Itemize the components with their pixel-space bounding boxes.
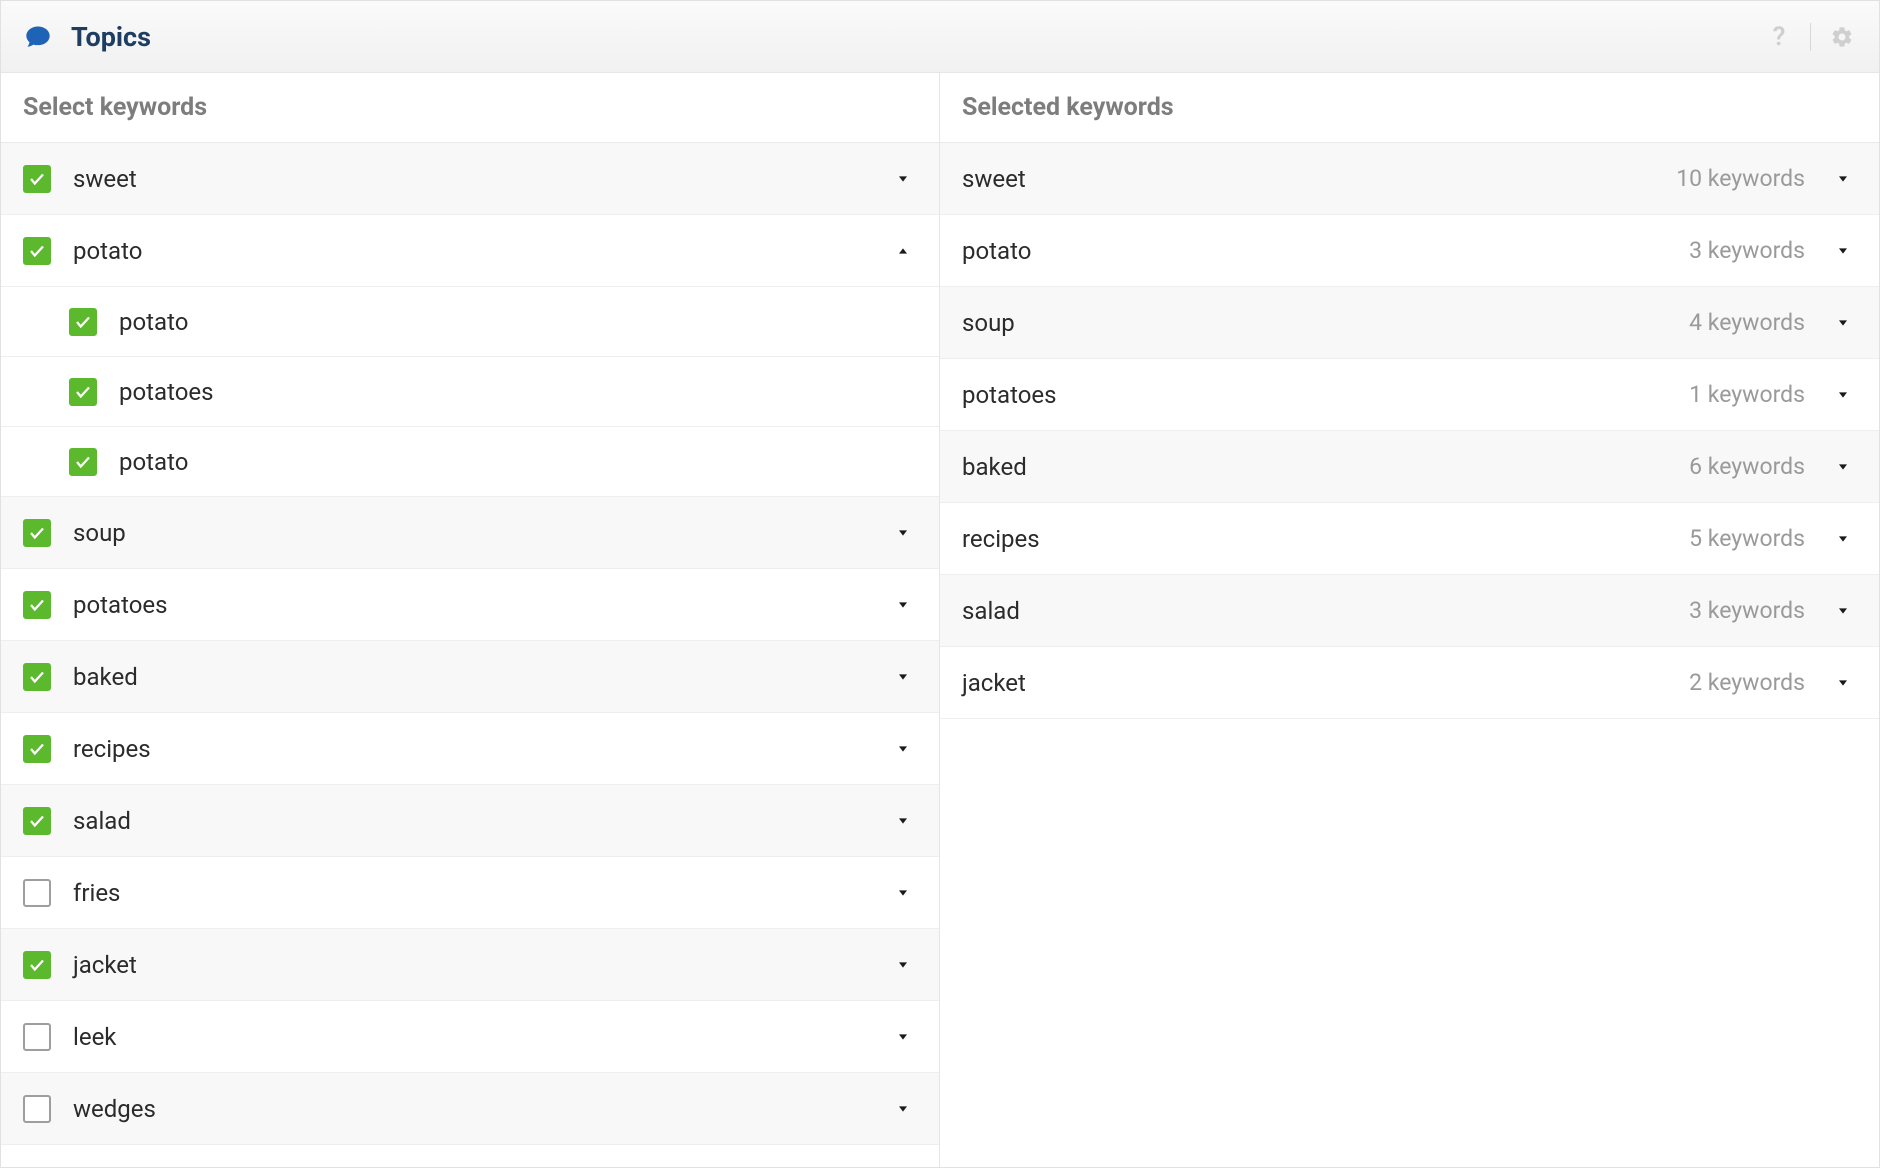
panel-header: Topics ? — [1, 1, 1879, 73]
chevron-down-icon[interactable] — [889, 519, 917, 547]
keyword-child-label: potato — [119, 308, 917, 336]
keyword-row[interactable]: baked — [1, 641, 939, 713]
keyword-row[interactable]: potatoes — [1, 569, 939, 641]
keyword-row[interactable]: sweet — [1, 143, 939, 215]
help-icon[interactable]: ? — [1764, 22, 1794, 52]
keyword-row[interactable]: fries — [1, 857, 939, 929]
keyword-row[interactable]: jacket — [1, 929, 939, 1001]
chevron-down-icon[interactable] — [889, 165, 917, 193]
panel-title: Topics — [71, 21, 151, 53]
selected-keyword-row[interactable]: potatoes1 keywords — [940, 359, 1879, 431]
chevron-up-icon[interactable] — [889, 237, 917, 265]
select-keywords-list: sweet potato potato potatoes potato soup potat… — [1, 143, 939, 1167]
selected-keyword-row[interactable]: jacket2 keywords — [940, 647, 1879, 719]
selected-keyword-row[interactable]: salad3 keywords — [940, 575, 1879, 647]
keyword-row[interactable]: potato — [1, 215, 939, 287]
selected-keyword-row[interactable]: recipes5 keywords — [940, 503, 1879, 575]
keyword-child-label: potato — [119, 448, 917, 476]
keyword-checkbox[interactable] — [23, 951, 51, 979]
keyword-child-row[interactable]: potato — [1, 287, 939, 357]
selected-keyword-label: baked — [962, 453, 1689, 481]
chevron-down-icon[interactable] — [889, 735, 917, 763]
keyword-checkbox[interactable] — [23, 519, 51, 547]
chevron-down-icon[interactable] — [889, 663, 917, 691]
keyword-row[interactable]: leek — [1, 1001, 939, 1073]
selected-keyword-count: 4 keywords — [1689, 309, 1805, 336]
selected-keyword-count: 2 keywords — [1689, 669, 1805, 696]
selected-keywords-heading: Selected keywords — [940, 73, 1879, 143]
keyword-label: potatoes — [73, 591, 889, 619]
keyword-row[interactable]: salad — [1, 785, 939, 857]
keyword-label: salad — [73, 807, 889, 835]
selected-keyword-label: jacket — [962, 669, 1689, 697]
keyword-checkbox[interactable] — [23, 591, 51, 619]
keyword-label: soup — [73, 519, 889, 547]
keyword-label: jacket — [73, 951, 889, 979]
chevron-down-icon[interactable] — [1829, 669, 1857, 697]
keyword-label: wedges — [73, 1095, 889, 1123]
header-divider — [1810, 23, 1811, 51]
chevron-down-icon[interactable] — [1829, 597, 1857, 625]
selected-keyword-count: 1 keywords — [1689, 381, 1805, 408]
columns: Select keywords sweet potato potato potatoe… — [1, 73, 1879, 1167]
chat-icon — [23, 22, 53, 52]
keyword-checkbox[interactable] — [69, 308, 97, 336]
selected-keyword-label: potato — [962, 237, 1689, 265]
selected-keyword-label: recipes — [962, 525, 1689, 553]
selected-keywords-list: sweet10 keywordspotato3 keywordssoup4 ke… — [940, 143, 1879, 1167]
keyword-label: baked — [73, 663, 889, 691]
keyword-row[interactable]: soup — [1, 497, 939, 569]
selected-keyword-label: sweet — [962, 165, 1676, 193]
keyword-checkbox[interactable] — [23, 165, 51, 193]
settings-icon[interactable] — [1827, 22, 1857, 52]
chevron-down-icon[interactable] — [889, 1095, 917, 1123]
selected-keyword-row[interactable]: soup4 keywords — [940, 287, 1879, 359]
keyword-child-label: potatoes — [119, 378, 917, 406]
selected-keyword-count: 6 keywords — [1689, 453, 1805, 480]
keyword-label: fries — [73, 879, 889, 907]
keyword-checkbox[interactable] — [23, 1095, 51, 1123]
chevron-down-icon[interactable] — [889, 951, 917, 979]
select-keywords-heading: Select keywords — [1, 73, 939, 143]
keyword-label: sweet — [73, 165, 889, 193]
chevron-down-icon[interactable] — [1829, 381, 1857, 409]
selected-keyword-label: soup — [962, 309, 1689, 337]
chevron-down-icon[interactable] — [1829, 237, 1857, 265]
chevron-down-icon[interactable] — [1829, 165, 1857, 193]
selected-keyword-count: 3 keywords — [1689, 597, 1805, 624]
keyword-checkbox[interactable] — [69, 448, 97, 476]
keyword-child-row[interactable]: potatoes — [1, 357, 939, 427]
keyword-label: leek — [73, 1023, 889, 1051]
selected-keywords-column: Selected keywords sweet10 keywordspotato… — [940, 73, 1879, 1167]
selected-keyword-count: 3 keywords — [1689, 237, 1805, 264]
chevron-down-icon[interactable] — [889, 807, 917, 835]
select-keywords-column: Select keywords sweet potato potato potatoe… — [1, 73, 940, 1167]
selected-keyword-label: salad — [962, 597, 1689, 625]
selected-keyword-row[interactable]: baked6 keywords — [940, 431, 1879, 503]
keyword-row[interactable]: recipes — [1, 713, 939, 785]
keyword-checkbox[interactable] — [69, 378, 97, 406]
keyword-checkbox[interactable] — [23, 1023, 51, 1051]
keyword-checkbox[interactable] — [23, 663, 51, 691]
selected-keyword-count: 10 keywords — [1676, 165, 1805, 192]
keyword-checkbox[interactable] — [23, 237, 51, 265]
selected-keyword-row[interactable]: sweet10 keywords — [940, 143, 1879, 215]
keyword-child-row[interactable]: potato — [1, 427, 939, 497]
chevron-down-icon[interactable] — [1829, 525, 1857, 553]
selected-keyword-row[interactable]: potato3 keywords — [940, 215, 1879, 287]
chevron-down-icon[interactable] — [889, 879, 917, 907]
keyword-checkbox[interactable] — [23, 735, 51, 763]
selected-keyword-count: 5 keywords — [1689, 525, 1805, 552]
topics-panel: Topics ? Select keywords sweetpotatopota… — [0, 0, 1880, 1168]
chevron-down-icon[interactable] — [889, 1023, 917, 1051]
selected-keyword-label: potatoes — [962, 381, 1689, 409]
keyword-checkbox[interactable] — [23, 807, 51, 835]
keyword-label: recipes — [73, 735, 889, 763]
keyword-row[interactable]: wedges — [1, 1073, 939, 1145]
chevron-down-icon[interactable] — [1829, 453, 1857, 481]
keyword-label: potato — [73, 237, 889, 265]
chevron-down-icon[interactable] — [1829, 309, 1857, 337]
keyword-checkbox[interactable] — [23, 879, 51, 907]
chevron-down-icon[interactable] — [889, 591, 917, 619]
